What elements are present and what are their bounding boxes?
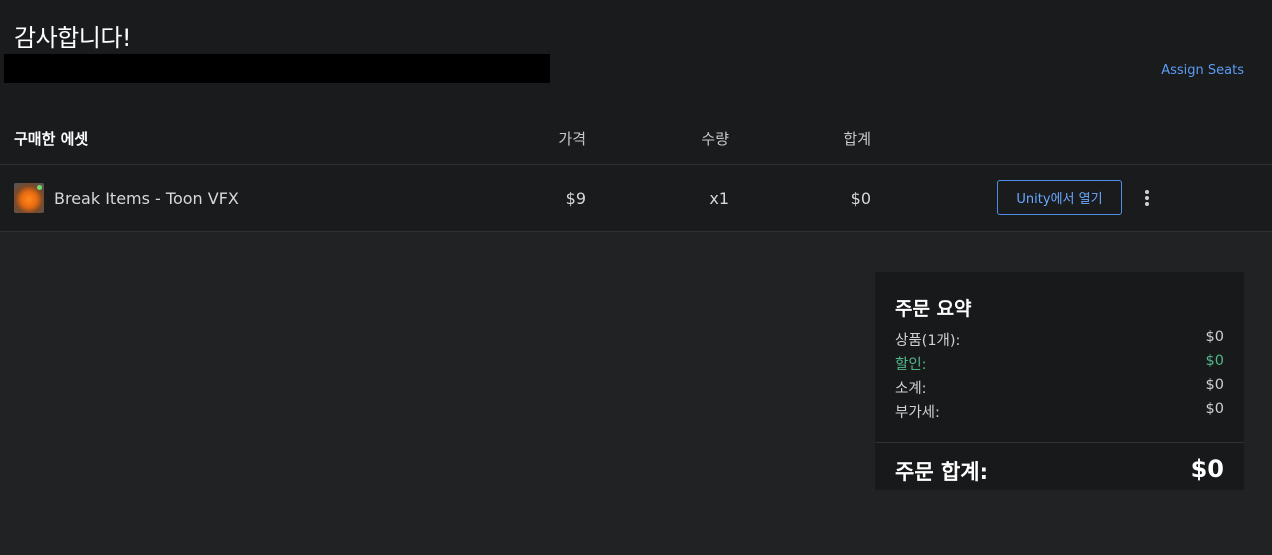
open-in-unity-button[interactable]: Unity에서 열기 — [997, 180, 1122, 215]
column-header-price: 가격 — [558, 130, 586, 148]
table-row: Break Items - Toon VFX $9 x1 $0 Unity에서 … — [0, 165, 1272, 232]
summary-row-vat: 부가세: $0 — [895, 401, 1224, 421]
vat-label: 부가세: — [895, 405, 940, 421]
page-title: 감사합니다! — [14, 24, 132, 52]
column-header-asset: 구매한 에셋 — [14, 130, 89, 148]
subtotal-label: 소계: — [895, 381, 927, 397]
discount-label: 할인: — [895, 357, 927, 373]
subtotal-value: $0 — [1205, 377, 1224, 393]
order-summary-card: 주문 요약 상품(1개): $0 할인: $0 소계: $0 부가세: $0 주… — [875, 272, 1244, 490]
order-total-value: $0 — [1190, 455, 1224, 483]
order-confirmation-panel: 감사합니다! Assign Seats 구매한 에셋 가격 수량 합계 Brea… — [0, 0, 1272, 232]
asset-quantity: x1 — [709, 189, 729, 208]
table-header: 구매한 에셋 가격 수량 합계 — [0, 118, 1272, 165]
column-header-quantity: 수량 — [701, 130, 729, 148]
items-value: $0 — [1205, 329, 1224, 345]
order-summary-title: 주문 요약 — [895, 298, 972, 320]
asset-name[interactable]: Break Items - Toon VFX — [54, 189, 239, 208]
summary-divider — [875, 442, 1244, 443]
asset-price: $9 — [565, 189, 586, 208]
order-total-label: 주문 합계: — [895, 460, 988, 484]
summary-row-items: 상품(1개): $0 — [895, 329, 1224, 349]
column-header-total: 합계 — [843, 130, 871, 148]
assign-seats-link[interactable]: Assign Seats — [1161, 63, 1244, 78]
summary-row-subtotal: 소계: $0 — [895, 377, 1224, 397]
summary-row-discount: 할인: $0 — [895, 353, 1224, 373]
order-total-row: 주문 합계: $0 — [895, 455, 1224, 484]
discount-value: $0 — [1205, 353, 1224, 369]
redacted-message-bar — [4, 54, 550, 83]
sparkle-icon — [37, 185, 42, 190]
asset-total: $0 — [850, 189, 871, 208]
more-options-icon[interactable] — [1139, 188, 1155, 208]
asset-thumbnail[interactable] — [14, 183, 44, 213]
items-label: 상품(1개): — [895, 333, 961, 349]
vat-value: $0 — [1205, 401, 1224, 417]
